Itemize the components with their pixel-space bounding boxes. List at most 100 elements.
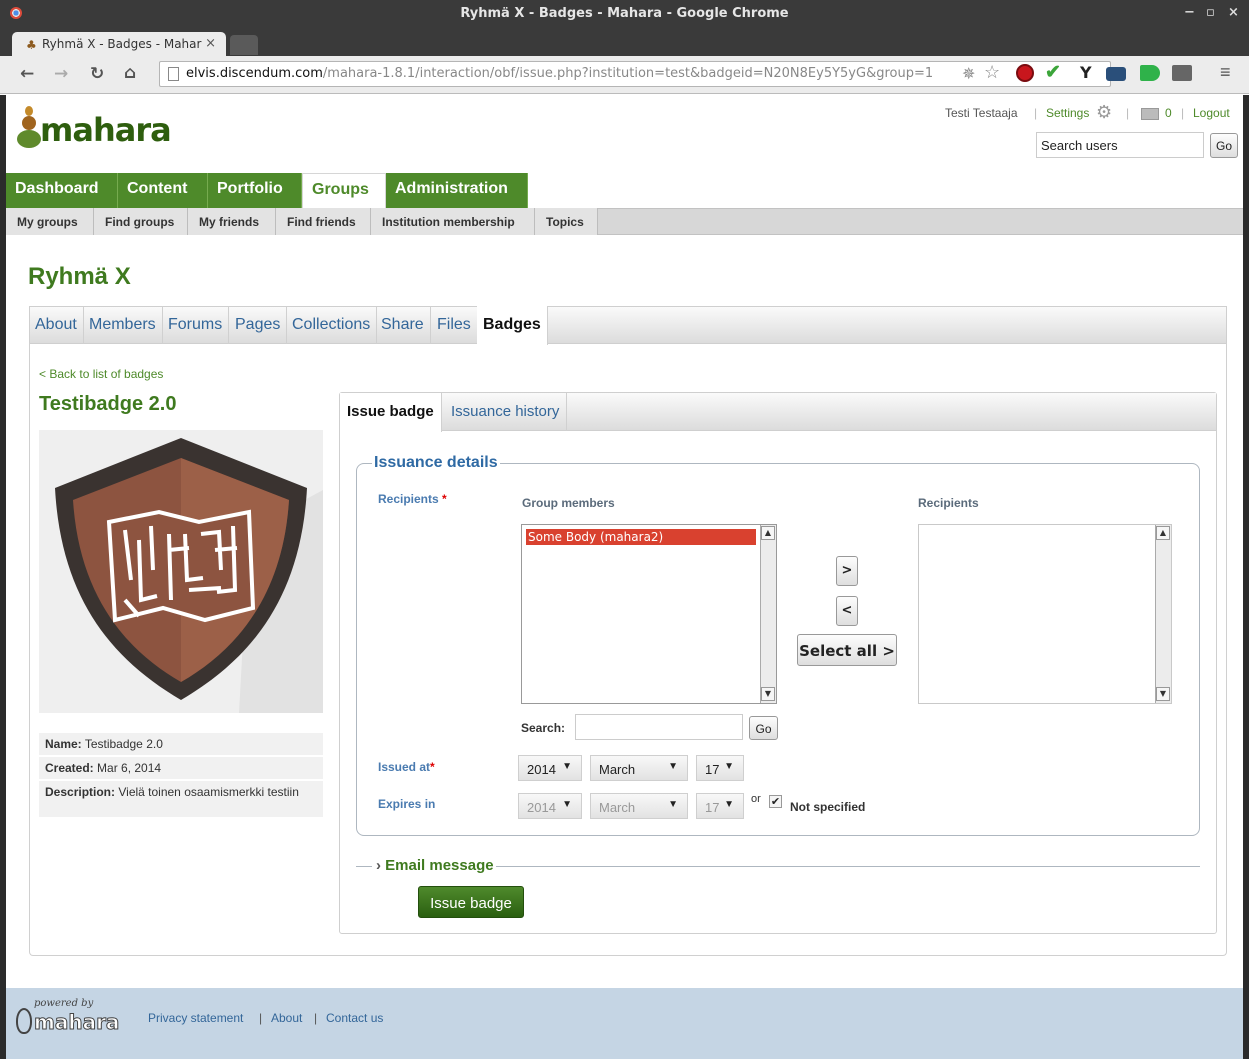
badge-image — [39, 430, 323, 713]
new-tab-button[interactable] — [230, 35, 258, 55]
tab-share[interactable]: Share — [375, 306, 431, 344]
members-scrollbar[interactable]: ▲ ▼ — [760, 525, 776, 703]
members-search-input[interactable] — [575, 714, 743, 740]
scroll-up-icon[interactable]: ▲ — [761, 526, 775, 540]
back-arrow-icon[interactable]: ← — [20, 64, 34, 84]
maximize-button[interactable]: ▫ — [1206, 5, 1215, 20]
menu-icon[interactable]: ≡ — [1220, 62, 1231, 83]
subnav-find-friends[interactable]: Find friends — [276, 208, 371, 235]
minimize-button[interactable]: − — [1184, 5, 1195, 20]
main-nav: Dashboard Content Portfolio Groups Admin… — [6, 173, 1243, 208]
tab-collections[interactable]: Collections — [286, 306, 378, 344]
tab-pages[interactable]: Pages — [229, 306, 288, 344]
envelope-icon[interactable] — [1141, 108, 1159, 120]
expires-month-value: March — [599, 800, 636, 815]
move-left-button[interactable]: < — [836, 596, 858, 626]
shield-stop-icon[interactable] — [1016, 64, 1034, 82]
list-item[interactable]: Some Body (mahara2) — [526, 529, 756, 545]
y-icon[interactable]: Y — [1080, 63, 1092, 82]
mahara-footer-icon — [16, 1008, 32, 1034]
settings-link[interactable]: Settings — [1046, 106, 1089, 120]
tab-close-icon[interactable]: × — [205, 36, 216, 51]
members-search-go-button[interactable]: Go — [749, 716, 778, 740]
id-icon[interactable] — [1140, 65, 1160, 81]
tab-badges[interactable]: Badges — [477, 306, 548, 345]
expires-month-select[interactable]: March ▼ — [590, 793, 688, 819]
scroll-down-icon[interactable]: ▼ — [761, 687, 775, 701]
issued-year-value: 2014 — [527, 762, 556, 777]
gear-icon[interactable]: ⚙ — [1096, 102, 1112, 123]
page-icon — [168, 67, 179, 81]
contact-us-link[interactable]: Contact us — [326, 1011, 383, 1025]
nav-groups[interactable]: Groups — [302, 173, 386, 208]
user-name[interactable]: Testi Testaaja — [945, 106, 1018, 120]
subnav-institution-membership[interactable]: Institution membership — [371, 208, 535, 235]
home-icon[interactable]: ⌂ — [124, 63, 136, 83]
tab-issuance-history[interactable]: Issuance history — [444, 393, 568, 431]
nav-content[interactable]: Content — [118, 173, 208, 208]
required-mark: * — [442, 492, 447, 506]
badge-name-label: Name: — [45, 737, 82, 751]
group-members-list[interactable]: Some Body (mahara2) ▲ ▼ — [521, 524, 777, 704]
badge-title: Testibadge 2.0 — [39, 393, 177, 415]
issue-badge-button[interactable]: Issue badge — [418, 886, 524, 918]
tab-files[interactable]: Files — [431, 306, 478, 344]
select-all-button[interactable]: Select all > — [797, 634, 897, 666]
move-right-button[interactable]: > — [836, 556, 858, 586]
forward-arrow-icon[interactable]: → — [54, 64, 68, 84]
recipients-list[interactable]: ▲ ▼ — [918, 524, 1172, 704]
reload-icon[interactable]: ↻ — [90, 64, 104, 84]
privacy-statement-link[interactable]: Privacy statement — [148, 1011, 243, 1025]
issuance-details-legend: Issuance details — [372, 454, 500, 472]
expires-day-value: 17 — [705, 800, 720, 815]
extension-gear-icon[interactable]: ✵ — [962, 64, 975, 84]
about-link[interactable]: About — [271, 1011, 302, 1025]
subnav-find-groups[interactable]: Find groups — [94, 208, 188, 235]
nav-dashboard[interactable]: Dashboard — [6, 173, 118, 208]
issued-month-select[interactable]: March ▼ — [590, 755, 688, 781]
footer-separator: | — [314, 1011, 318, 1025]
issued-month-value: March — [599, 762, 636, 777]
recipients-label: Recipients * — [378, 492, 447, 506]
search-users-input[interactable] — [1036, 132, 1204, 158]
back-to-badges-link[interactable]: < Back to list of badges — [39, 367, 163, 381]
expires-year-select[interactable]: 2014 ▼ — [518, 793, 582, 819]
browser-tab-title: Ryhmä X - Badges - Mahar — [42, 37, 202, 51]
chevron-down-icon: ▼ — [724, 761, 734, 772]
close-window-button[interactable]: × — [1228, 5, 1239, 20]
scroll-down-icon[interactable]: ▼ — [1156, 687, 1170, 701]
not-specified-label: Not specified — [790, 800, 866, 814]
logout-link[interactable]: Logout — [1193, 106, 1230, 120]
powered-by-mahara-logo[interactable]: powered by mahara — [16, 998, 131, 1042]
nav-administration[interactable]: Administration — [386, 173, 528, 208]
inbox-count[interactable]: 0 — [1165, 106, 1172, 120]
browser-tab-active[interactable]: ♣ Ryhmä X - Badges - Mahar × — [12, 32, 226, 56]
badge-description-label: Description: — [45, 785, 116, 799]
chevron-down-icon: ▼ — [668, 761, 678, 772]
expires-day-select[interactable]: 17 ▼ — [696, 793, 744, 819]
chevron-down-icon: ▼ — [562, 761, 572, 772]
mahara-logo[interactable]: mahara — [14, 105, 174, 151]
url-path: /mahara-1.8.1/interaction/obf/issue.php?… — [322, 66, 934, 81]
tab-issue-badge[interactable]: Issue badge — [340, 393, 442, 432]
scroll-up-icon[interactable]: ▲ — [1156, 526, 1170, 540]
bookmark-star-icon[interactable]: ☆ — [984, 62, 1000, 83]
nav-portfolio[interactable]: Portfolio — [208, 173, 302, 208]
tab-members[interactable]: Members — [83, 306, 163, 344]
tab-forums[interactable]: Forums — [162, 306, 230, 344]
subnav-topics[interactable]: Topics — [535, 208, 598, 235]
tab-about[interactable]: About — [29, 306, 84, 344]
not-specified-checkbox[interactable]: ✔ — [769, 795, 782, 808]
subnav-my-groups[interactable]: My groups — [6, 208, 94, 235]
camera-icon[interactable] — [1106, 67, 1126, 81]
subnav-my-friends[interactable]: My friends — [188, 208, 276, 235]
issued-day-select[interactable]: 17 ▼ — [696, 755, 744, 781]
chevron-down-icon: ▼ — [562, 799, 572, 810]
recipients-scrollbar[interactable]: ▲ ▼ — [1155, 525, 1171, 703]
required-mark: * — [430, 760, 435, 774]
issued-year-select[interactable]: 2014 ▼ — [518, 755, 582, 781]
email-message-toggle[interactable]: › Email message — [372, 857, 496, 874]
checkmark-icon[interactable]: ✔ — [1045, 61, 1061, 84]
search-go-button[interactable]: Go — [1210, 133, 1238, 158]
cast-icon[interactable] — [1172, 65, 1192, 81]
